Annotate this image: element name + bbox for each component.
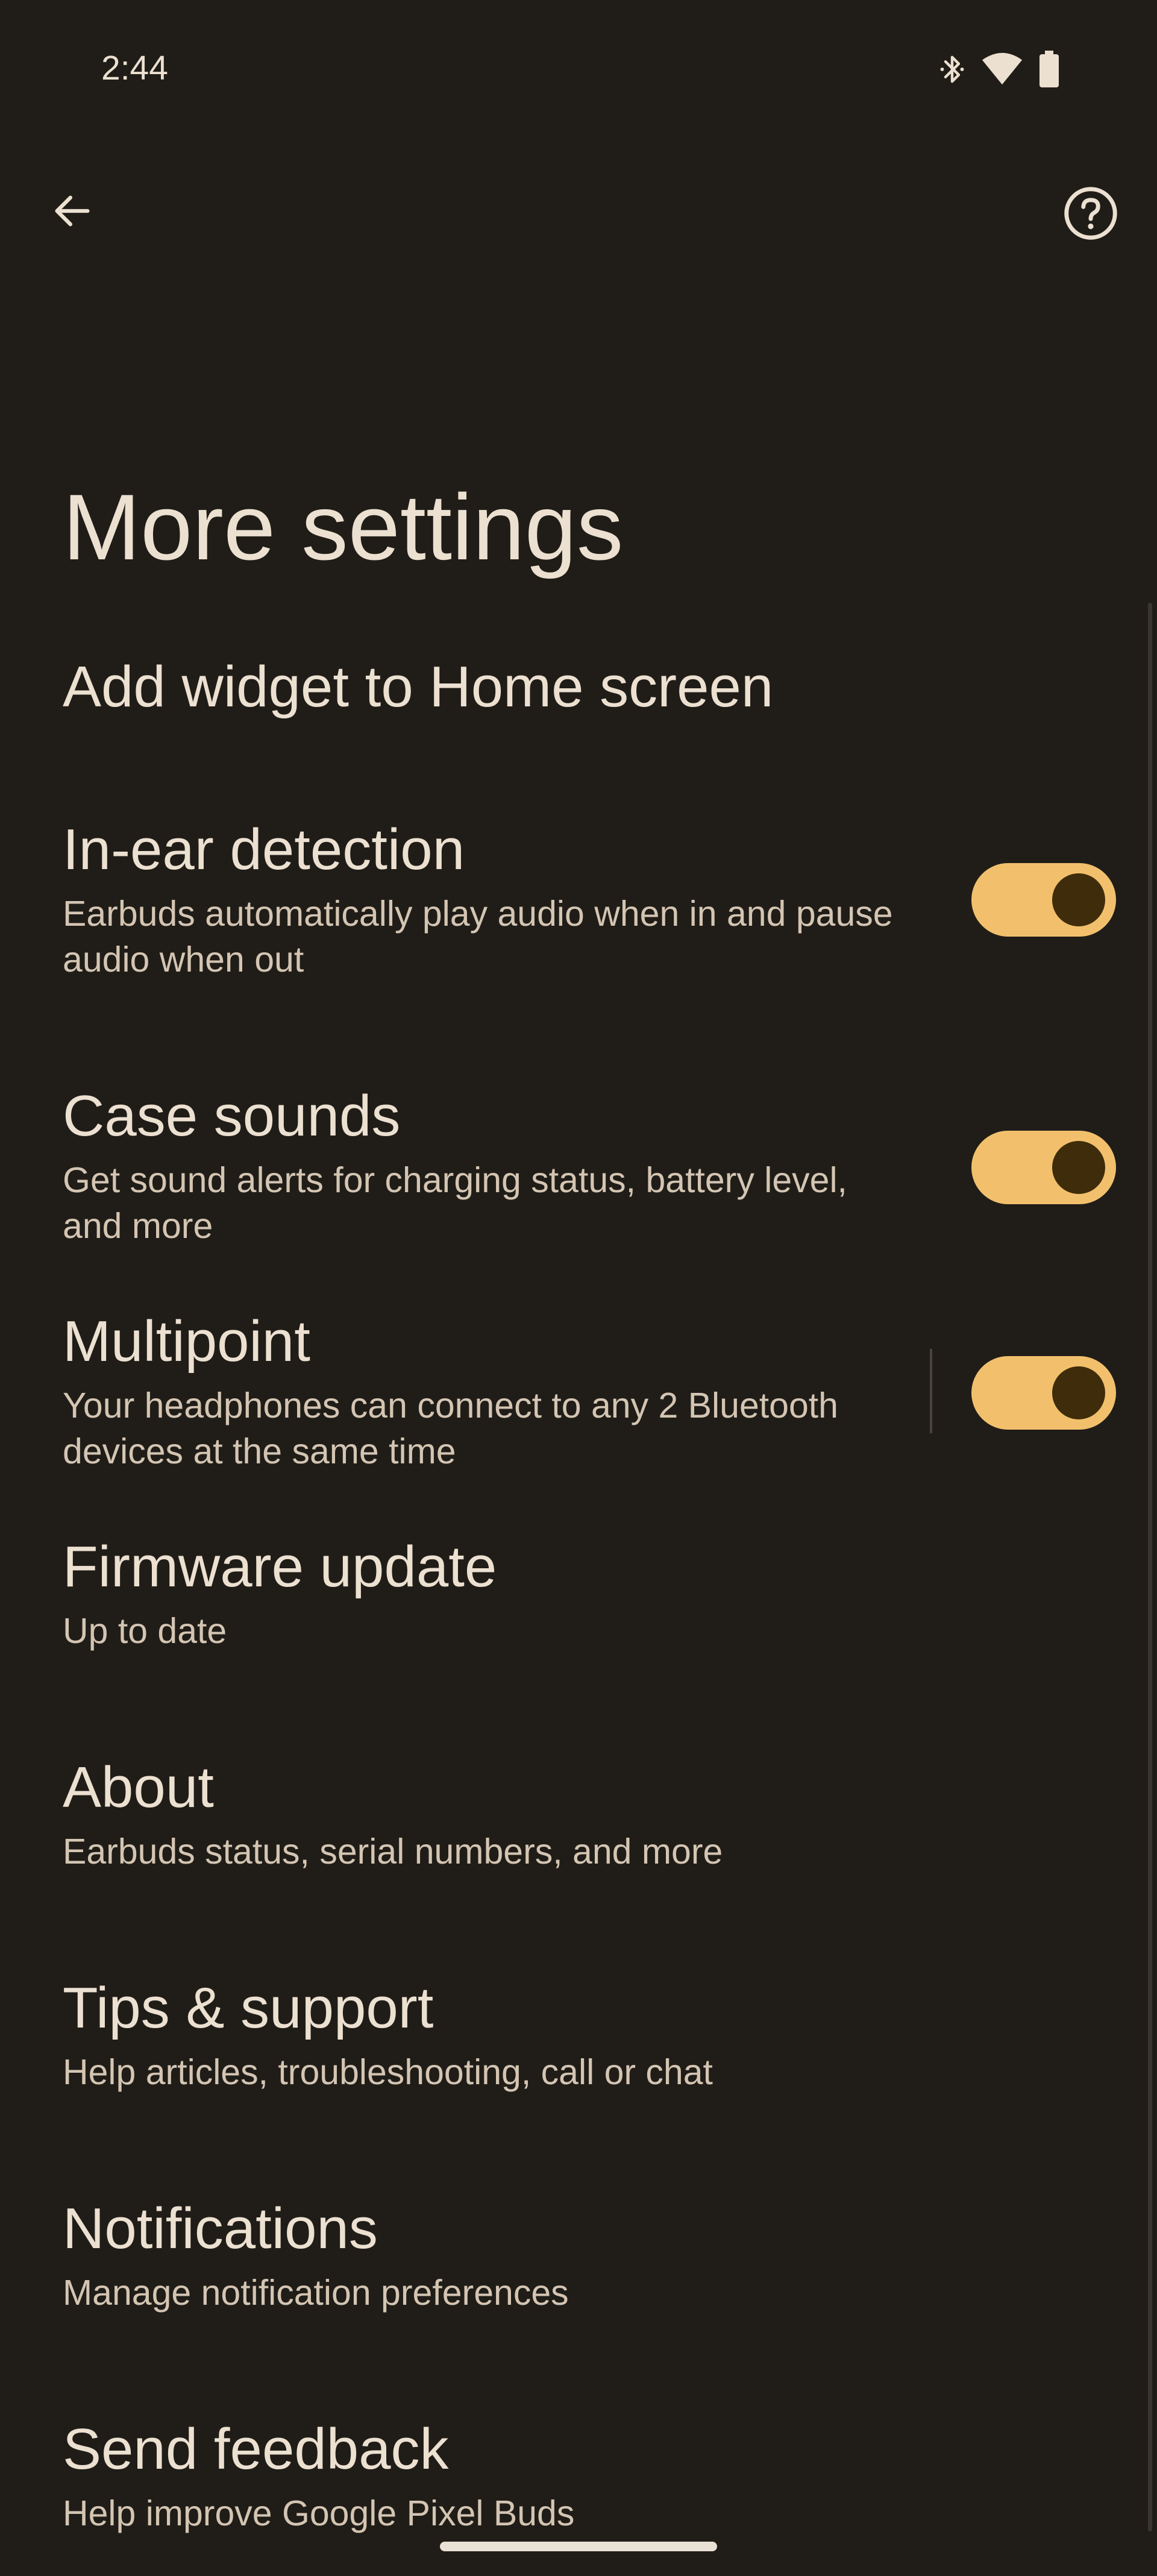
notifications-item[interactable]: Notifications Manage notification prefer… xyxy=(0,2181,1157,2361)
firmware-update-title: Firmware update xyxy=(63,1535,497,1599)
send-feedback-title: Send feedback xyxy=(63,2417,449,2481)
multipoint-title: Multipoint xyxy=(63,1309,310,1374)
firmware-update-subtitle: Up to date xyxy=(63,1611,227,1651)
multipoint-item[interactable]: Multipoint Your headphones can connect t… xyxy=(0,1293,1157,1492)
in-ear-detection-subtitle: Earbuds automatically play audio when in… xyxy=(63,894,893,979)
status-icons xyxy=(939,48,1059,90)
status-time: 2:44 xyxy=(101,49,168,87)
about-item[interactable]: About Earbuds status, serial numbers, an… xyxy=(0,1739,1157,1920)
notifications-subtitle: Manage notification preferences xyxy=(63,2273,569,2313)
bluetooth-icon xyxy=(939,51,965,87)
case-sounds-item[interactable]: Case sounds Get sound alerts for chargin… xyxy=(0,1068,1157,1267)
in-ear-detection-title: In-ear detection xyxy=(63,817,465,882)
tips-support-item[interactable]: Tips & support Help articles, troublesho… xyxy=(0,1960,1157,2141)
help-circle-icon xyxy=(1063,186,1118,244)
add-widget-title: Add widget to Home screen xyxy=(63,655,774,719)
send-feedback-item[interactable]: Send feedback Help improve Google Pixel … xyxy=(0,2401,1157,2558)
about-subtitle: Earbuds status, serial numbers, and more xyxy=(63,1832,723,1871)
case-sounds-toggle[interactable] xyxy=(971,1131,1116,1204)
multipoint-toggle[interactable] xyxy=(971,1356,1116,1430)
notifications-title: Notifications xyxy=(63,2196,378,2261)
battery-icon xyxy=(1039,51,1059,88)
tips-support-title: Tips & support xyxy=(63,1976,434,2040)
about-title: About xyxy=(63,1755,214,1820)
help-button[interactable] xyxy=(1057,181,1124,248)
arrow-back-icon xyxy=(49,188,95,237)
multipoint-subtitle: Your headphones can connect to any 2 Blu… xyxy=(63,1386,838,1471)
in-ear-detection-toggle[interactable] xyxy=(971,863,1116,937)
firmware-update-item[interactable]: Firmware update Up to date xyxy=(0,1519,1157,1700)
case-sounds-title: Case sounds xyxy=(63,1084,401,1148)
in-ear-detection-item[interactable]: In-ear detection Earbuds automatically p… xyxy=(0,802,1157,1001)
back-button[interactable] xyxy=(41,181,104,243)
scrollbar[interactable] xyxy=(1148,603,1152,2531)
gesture-nav-bar[interactable] xyxy=(440,2542,717,2551)
toggle-thumb xyxy=(1052,873,1105,926)
tips-support-subtitle: Help articles, troubleshooting, call or … xyxy=(63,2052,713,2092)
send-feedback-subtitle: Help improve Google Pixel Buds xyxy=(63,2493,575,2533)
toggle-thumb xyxy=(1052,1366,1105,1419)
vertical-divider xyxy=(930,1349,932,1433)
add-widget-item[interactable]: Add widget to Home screen xyxy=(0,633,1157,741)
case-sounds-subtitle: Get sound alerts for charging status, ba… xyxy=(63,1160,847,1246)
wifi-icon xyxy=(981,52,1023,86)
toggle-thumb xyxy=(1052,1141,1105,1194)
page-title: More settings xyxy=(63,475,624,579)
